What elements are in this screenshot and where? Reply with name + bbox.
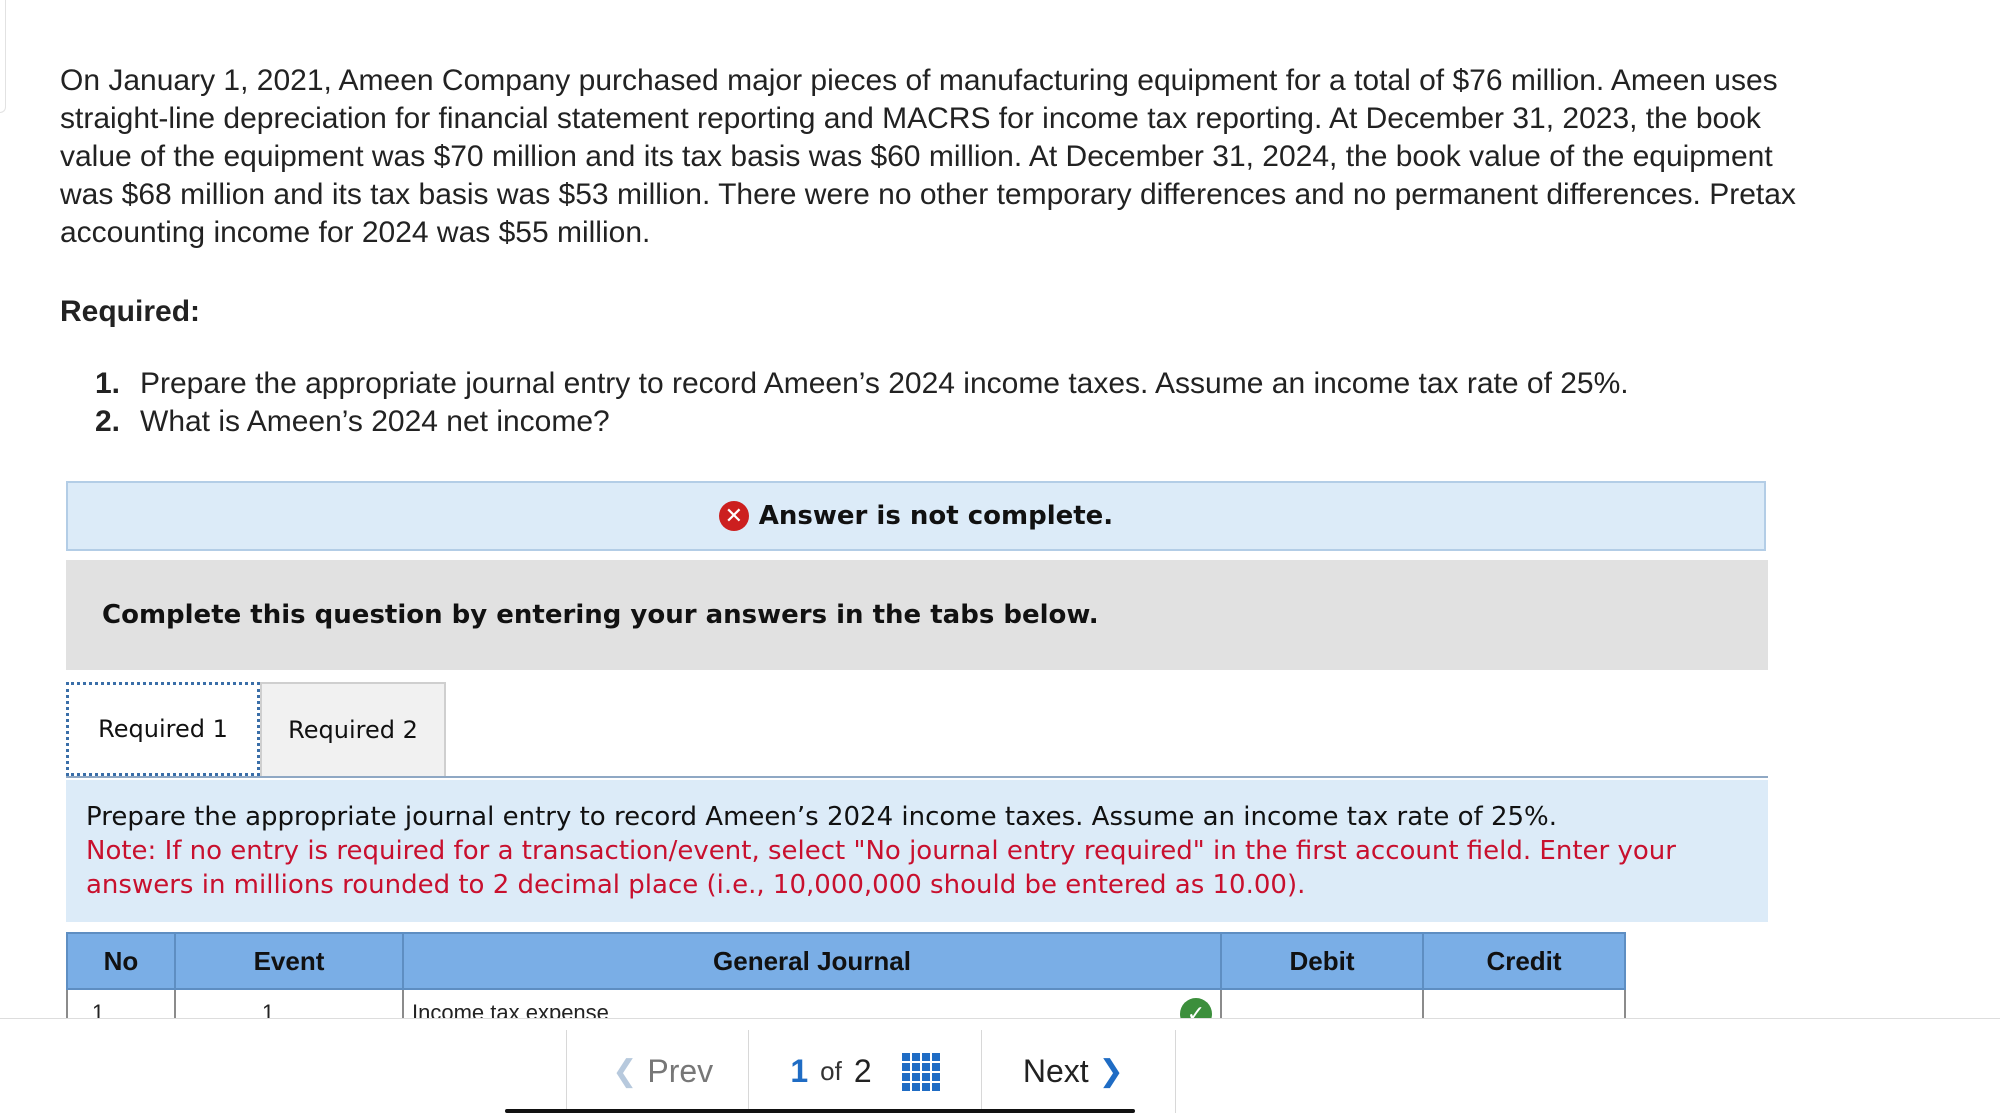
answer-status-banner: ✕ Answer is not complete.: [66, 481, 1766, 551]
instructions-text: Complete this question by entering your …: [102, 600, 1099, 630]
left-edge-rule: [0, 0, 6, 113]
bottom-edge-bar: [505, 1109, 1135, 1113]
required-item-number: 1.: [95, 367, 121, 400]
next-label: Next: [1022, 1053, 1089, 1089]
tab-bar: Required 1 Required 2: [66, 682, 446, 776]
page-counter[interactable]: 1 of 2: [748, 1030, 980, 1113]
next-button[interactable]: Next ❯: [980, 1030, 1176, 1113]
credit-input[interactable]: [1422, 989, 1626, 1020]
debit-input[interactable]: [1220, 989, 1424, 1020]
chevron-right-icon: ❯: [1098, 1054, 1124, 1089]
pagination: ❮ Prev 1 of 2 Next ❯: [566, 1030, 1176, 1113]
prompt-note: Note: If no entry is required for a tran…: [86, 836, 1676, 900]
instructions-panel: Complete this question by entering your …: [66, 560, 1768, 670]
account-value: Income tax expense: [412, 1000, 609, 1020]
column-header-credit: Credit: [1422, 932, 1626, 990]
tab-divider: [66, 776, 1768, 778]
row-no-cell: 1: [66, 989, 176, 1020]
prev-button[interactable]: ❮ Prev: [566, 1030, 748, 1113]
required-item: 2. What is Ameen’s 2024 net income?: [95, 403, 1629, 441]
chevron-left-icon: ❮: [612, 1054, 638, 1089]
required-heading: Required:: [60, 295, 201, 328]
prev-label: Prev: [647, 1053, 714, 1089]
tab-required-1[interactable]: Required 1: [66, 682, 260, 776]
answer-status-text: Answer is not complete.: [758, 501, 1114, 531]
current-page: 1: [790, 1053, 809, 1089]
required-list: 1. Prepare the appropriate journal entry…: [95, 365, 1629, 441]
required-item: 1. Prepare the appropriate journal entry…: [95, 365, 1629, 403]
required-item-text: What is Ameen’s 2024 net income?: [140, 405, 610, 438]
page-of-label: of: [820, 1056, 842, 1086]
column-header-general-journal: General Journal: [402, 932, 1222, 990]
grid-icon[interactable]: [901, 1052, 940, 1091]
column-header-no: No: [66, 932, 176, 990]
table-row: 1 1 Income tax expense ✓: [66, 989, 1626, 1020]
tab-required-2[interactable]: Required 2: [260, 682, 446, 776]
problem-statement: On January 1, 2021, Ameen Company purcha…: [60, 64, 1796, 249]
general-journal-table: No Event General Journal Debit Credit 1 …: [66, 932, 1626, 1020]
required-item-number: 2.: [95, 405, 121, 438]
row-event-cell: 1: [174, 989, 404, 1020]
check-icon: ✓: [1180, 998, 1212, 1020]
required-item-text: Prepare the appropriate journal entry to…: [140, 367, 1629, 400]
total-pages: 2: [853, 1053, 872, 1089]
x-icon: ✕: [718, 501, 749, 531]
table-header-row: No Event General Journal Debit Credit: [66, 932, 1626, 990]
account-select[interactable]: Income tax expense ✓: [402, 989, 1222, 1020]
column-header-debit: Debit: [1220, 932, 1424, 990]
column-header-event: Event: [174, 932, 404, 990]
question-prompt-panel: Prepare the appropriate journal entry to…: [66, 780, 1768, 922]
prompt-text: Prepare the appropriate journal entry to…: [86, 802, 1558, 832]
row-no: 1: [92, 1000, 105, 1020]
row-event: 1: [262, 1000, 275, 1020]
